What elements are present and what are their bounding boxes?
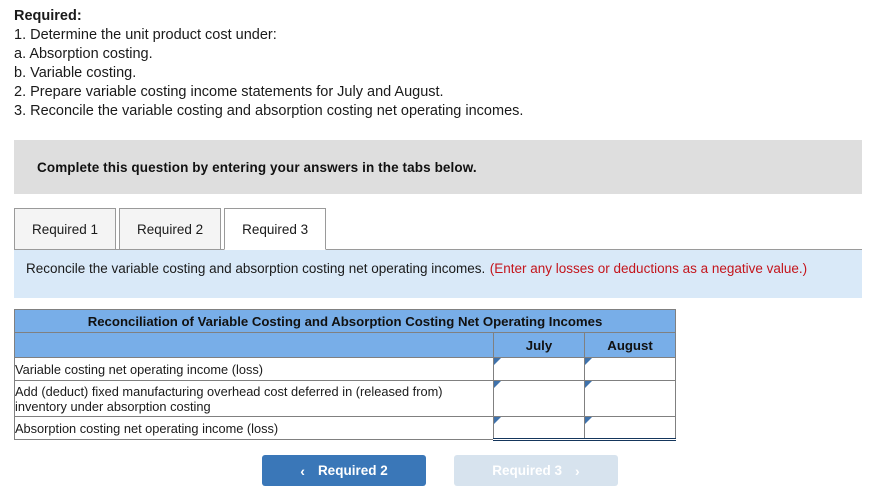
cell-marker-icon [585, 417, 592, 424]
input-absorption-costing-noi-august[interactable] [583, 416, 677, 441]
requirements-block: Required: 1. Determine the unit product … [0, 0, 880, 121]
input-fixed-moh-deferred-july[interactable] [493, 380, 585, 417]
row-label-fixed-moh-deferred: Add (deduct) fixed manufacturing overhea… [14, 380, 494, 417]
tab-required-3[interactable]: Required 3 [224, 208, 327, 250]
requirement-line-2: 2. Prepare variable costing income state… [14, 84, 444, 100]
cell-marker-icon [494, 381, 501, 388]
input-variable-costing-noi-july[interactable] [493, 357, 585, 381]
reconciliation-table-wrap: Reconciliation of Variable Costing and A… [13, 309, 880, 441]
header-august: August [583, 332, 677, 358]
tab-required-1-label: Required 1 [32, 221, 99, 237]
navigation-row: ‹ Required 2 Required 3 › [0, 455, 880, 486]
row-label-variable-costing-noi: Variable costing net operating income (l… [14, 357, 494, 381]
reconciliation-table: Reconciliation of Variable Costing and A… [13, 309, 677, 441]
table-header-row: July August [14, 332, 677, 358]
tab-required-1[interactable]: Required 1 [14, 208, 117, 250]
requirement-line-1a: a. Absorption costing. [14, 46, 153, 62]
header-blank-cell [14, 332, 494, 358]
cell-marker-icon [494, 358, 501, 365]
tab-required-2-label: Required 2 [137, 221, 204, 237]
row-label-absorption-costing-noi: Absorption costing net operating income … [14, 416, 494, 440]
table-title: Reconciliation of Variable Costing and A… [13, 309, 677, 333]
input-absorption-costing-noi-july[interactable] [493, 416, 585, 441]
next-button-label: Required 3 [492, 463, 563, 478]
cell-marker-icon [585, 381, 592, 388]
table-title-row: Reconciliation of Variable Costing and A… [13, 309, 677, 333]
next-required-3-button[interactable]: Required 3 › [454, 455, 618, 486]
tab-required-2[interactable]: Required 2 [119, 208, 222, 250]
requirement-line-1: 1. Determine the unit product cost under… [14, 27, 277, 43]
cell-marker-icon [494, 417, 501, 424]
input-variable-costing-noi-august[interactable] [583, 357, 677, 381]
instruction-note: (Enter any losses or deductions as a neg… [489, 261, 808, 276]
prev-button-label: Required 2 [317, 463, 388, 478]
table-row: Add (deduct) fixed manufacturing overhea… [14, 380, 677, 417]
prev-required-2-button[interactable]: ‹ Required 2 [262, 455, 426, 486]
table-row: Variable costing net operating income (l… [14, 357, 677, 381]
instruction-text: Reconcile the variable costing and absor… [26, 261, 486, 276]
complete-question-banner: Complete this question by entering your … [14, 140, 862, 194]
tab-required-3-label: Required 3 [242, 221, 309, 237]
requirements-heading: Required: [14, 8, 82, 24]
requirement-line-1b: b. Variable costing. [14, 65, 137, 81]
instruction-banner: Reconcile the variable costing and absor… [14, 250, 862, 298]
table-row: Absorption costing net operating income … [14, 416, 677, 441]
input-fixed-moh-deferred-august[interactable] [583, 380, 677, 417]
header-july: July [493, 332, 585, 358]
requirement-line-3: 3. Reconcile the variable costing and ab… [14, 103, 524, 119]
chevron-left-icon: ‹ [300, 462, 305, 479]
tab-strip: Required 1 Required 2 Required 3 [14, 208, 862, 250]
complete-question-text: Complete this question by entering your … [37, 159, 477, 175]
chevron-right-icon: › [575, 462, 580, 479]
cell-marker-icon [585, 358, 592, 365]
